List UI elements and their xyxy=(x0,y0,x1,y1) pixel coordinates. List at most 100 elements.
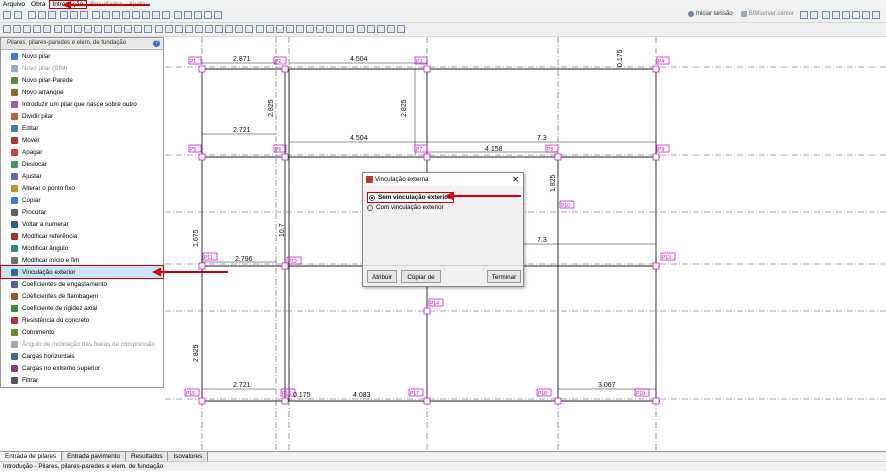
menu-arquivo[interactable]: Arquivo xyxy=(0,0,28,9)
toolbar-tool-icon[interactable] xyxy=(142,11,150,19)
panel-item[interactable]: Procurar xyxy=(1,206,163,218)
panel-item[interactable]: Modificar ângulo xyxy=(1,242,163,254)
toolbar-tool-icon[interactable] xyxy=(13,25,22,33)
column-label[interactable]: P5 xyxy=(188,144,202,153)
toolbar-tool-icon[interactable] xyxy=(48,11,56,19)
menu-obra[interactable]: Obra xyxy=(28,0,48,9)
panel-item[interactable]: Novo pilar-Parede xyxy=(1,74,163,86)
panel-item[interactable]: Vinculação exterior xyxy=(0,265,164,279)
column-label[interactable]: P18 xyxy=(536,388,552,397)
toolbar-tool-icon[interactable] xyxy=(83,25,92,33)
toolbar-tool-icon[interactable] xyxy=(14,11,22,19)
panel-item[interactable]: Editar xyxy=(1,122,163,134)
toolbar-tool-icon[interactable] xyxy=(152,11,160,19)
toolbar-tool-icon[interactable] xyxy=(225,25,234,33)
toolbar-tool-icon[interactable] xyxy=(316,25,325,33)
panel-item[interactable]: Novo pilar xyxy=(1,50,163,62)
toolbar-tool-icon[interactable] xyxy=(43,25,52,33)
finish-button[interactable]: Terminar xyxy=(487,270,521,283)
panel-item[interactable]: Mover xyxy=(1,134,163,146)
bimserver-link[interactable]: BIMserver.center xyxy=(749,11,794,17)
toolbar-tool-icon[interactable] xyxy=(93,25,102,33)
column-label[interactable]: P19 xyxy=(634,388,650,397)
toolbar-tool-icon[interactable] xyxy=(306,25,314,33)
panel-item[interactable]: Copiar xyxy=(1,194,163,206)
radio-no-external-link[interactable]: Sem vinculação exterior xyxy=(367,192,455,203)
toolbar-tool-icon[interactable] xyxy=(832,11,840,19)
column-label[interactable]: P7 xyxy=(414,144,428,153)
toolbar-tool-icon[interactable] xyxy=(70,11,78,19)
copy-from-button[interactable]: Copiar de xyxy=(401,270,441,283)
column-label[interactable]: P10 xyxy=(559,200,575,209)
toolbar-tool-icon[interactable] xyxy=(810,11,818,19)
panel-item[interactable]: Filtrar xyxy=(1,374,163,386)
toolbar-tool-icon[interactable] xyxy=(396,25,405,33)
panel-item[interactable]: Coeficiente de rigidez axial xyxy=(1,302,163,314)
login-link[interactable]: Iniciar sessão xyxy=(696,11,733,17)
column-label[interactable]: P8 xyxy=(545,144,559,153)
drawing-canvas[interactable]: 2.871 4.504 0.175 2.721 4.504 7.3 4.158 … xyxy=(165,37,886,451)
panel-item[interactable]: Novo arranque xyxy=(1,86,163,98)
panel-item[interactable]: Ajustar xyxy=(1,170,163,182)
toolbar-tool-icon[interactable] xyxy=(215,25,224,33)
toolbar-tool-icon[interactable] xyxy=(386,25,395,33)
panel-item[interactable]: Coeficientes de flambagem xyxy=(1,290,163,302)
toolbar-tool-icon[interactable] xyxy=(132,11,140,19)
column-label[interactable]: P1 xyxy=(188,56,202,65)
toolbar-tool-icon[interactable] xyxy=(366,25,375,33)
panel-item[interactable]: Resistência do concreto xyxy=(1,314,163,326)
toolbar-tool-icon[interactable] xyxy=(285,25,294,33)
column-label[interactable]: P17 xyxy=(408,388,424,397)
toolbar-tool-icon[interactable] xyxy=(104,25,112,33)
toolbar-tool-icon[interactable] xyxy=(28,11,36,19)
toolbar-tool-icon[interactable] xyxy=(114,25,123,33)
toolbar-tool-icon[interactable] xyxy=(102,11,110,19)
panel-item[interactable]: Cobrimento xyxy=(1,326,163,338)
radio-with-external-link[interactable]: Com vinculação exterior xyxy=(367,204,444,211)
panel-item[interactable]: Alterar o ponto fixo xyxy=(1,182,163,194)
panel-item[interactable]: Apagar xyxy=(1,146,163,158)
toolbar-tool-icon[interactable] xyxy=(184,25,193,33)
toolbar-tool-icon[interactable] xyxy=(23,25,32,33)
toolbar-tool-icon[interactable] xyxy=(53,25,62,33)
panel-item[interactable]: Deslocar xyxy=(1,158,163,170)
column-label[interactable]: P13 xyxy=(660,252,676,261)
panel-item[interactable]: Cargas no extremo superior xyxy=(1,362,163,374)
toolbar-tool-icon[interactable] xyxy=(842,11,850,19)
column-label[interactable]: P15 xyxy=(184,388,200,397)
column-label[interactable]: P4 xyxy=(656,56,670,65)
panel-item[interactable]: Ângulo de inclinação das bielas de compr… xyxy=(1,338,163,350)
toolbar-tool-icon[interactable] xyxy=(80,11,88,19)
panel-item[interactable]: Voltar a numerar xyxy=(1,218,163,230)
toolbar-tool-icon[interactable] xyxy=(376,25,385,33)
toolbar-tool-icon[interactable] xyxy=(112,11,120,19)
toolbar-tool-icon[interactable] xyxy=(174,11,182,19)
toolbar-tool-icon[interactable] xyxy=(872,11,880,19)
toolbar-tool-icon[interactable] xyxy=(33,25,42,33)
column-label[interactable]: P12 xyxy=(286,256,302,265)
panel-item[interactable]: Novo pilar (BIM) xyxy=(1,62,163,74)
toolbar-tool-icon[interactable] xyxy=(205,25,213,33)
toolbar-tool-icon[interactable] xyxy=(184,11,192,19)
toolbar-tool-icon[interactable] xyxy=(164,25,173,33)
panel-item[interactable]: Introduzir um pilar que nasce sobre outr… xyxy=(1,98,163,110)
assign-button[interactable]: Atribuir xyxy=(367,270,397,283)
column-label[interactable]: P6 xyxy=(273,144,287,153)
toolbar-tool-icon[interactable] xyxy=(73,25,82,33)
toolbar-tool-icon[interactable] xyxy=(356,25,365,33)
toolbar-tool-icon[interactable] xyxy=(800,11,808,19)
column-label[interactable]: P9 xyxy=(656,144,670,153)
toolbar-tool-icon[interactable] xyxy=(60,11,68,19)
close-icon[interactable]: ✕ xyxy=(512,173,519,186)
toolbar-tool-icon[interactable] xyxy=(214,11,222,19)
help-icon[interactable]: ? xyxy=(153,40,160,47)
toolbar-tool-icon[interactable] xyxy=(822,11,830,19)
panel-item[interactable]: Modificar início e fim xyxy=(1,254,163,266)
column-label[interactable]: P11 xyxy=(202,252,218,261)
column-label[interactable]: P3 xyxy=(414,56,428,65)
toolbar-tool-icon[interactable] xyxy=(38,11,46,19)
toolbar-tool-icon[interactable] xyxy=(862,11,870,19)
column-label[interactable]: P2 xyxy=(273,56,287,65)
toolbar-tool-icon[interactable] xyxy=(204,11,212,19)
toolbar-tool-icon[interactable] xyxy=(295,25,304,33)
